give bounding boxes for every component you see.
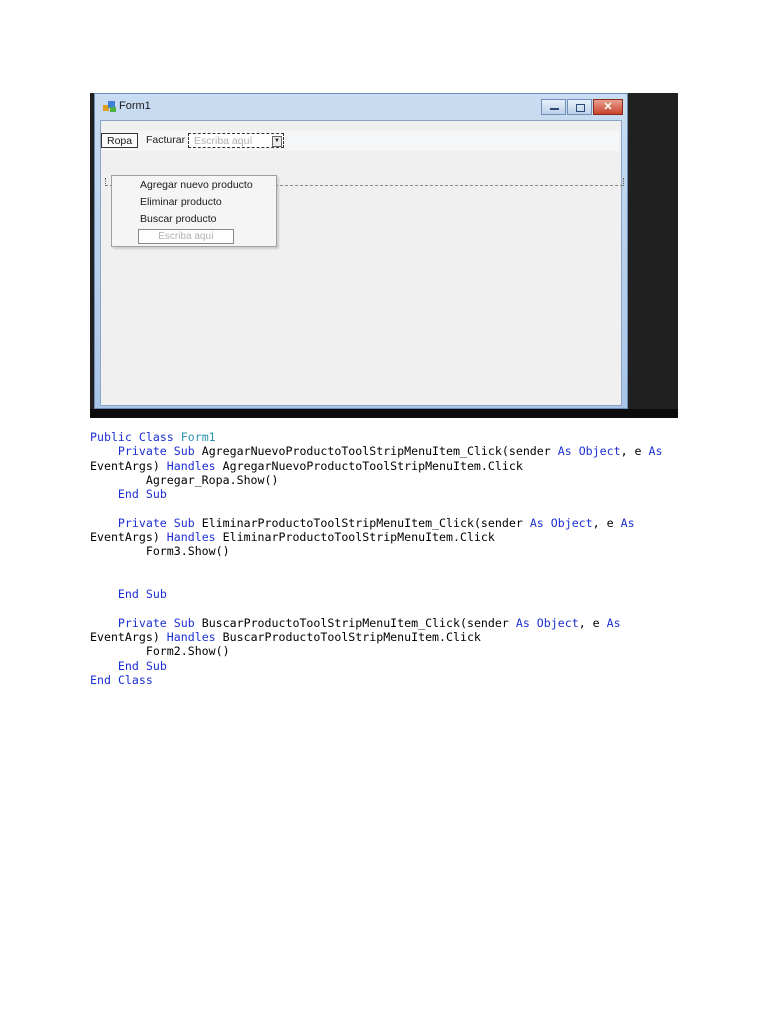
code-line: Public Class Form1 xyxy=(90,430,216,444)
close-button[interactable]: ✕ xyxy=(593,99,623,115)
menu-item-agregar-nuevo-producto[interactable]: Agregar nuevo producto xyxy=(140,179,253,191)
menu-facturar[interactable]: Facturar xyxy=(141,133,190,148)
design-handle-left xyxy=(105,178,109,186)
menu-type-here-label: Escriba aquí xyxy=(194,135,253,147)
maximize-button[interactable] xyxy=(567,99,592,115)
window-controls: ✕ xyxy=(540,99,623,116)
dropdown-arrow-icon[interactable]: ▼ xyxy=(272,136,282,147)
menu-item-buscar-producto[interactable]: Buscar producto xyxy=(140,213,216,225)
code-line: EventArgs) Handles BuscarProductoToolStr… xyxy=(90,630,481,645)
screenshot-bottom-edge xyxy=(90,409,678,418)
minimize-button[interactable] xyxy=(541,99,566,115)
code-line: Private Sub EliminarProductoToolStripMen… xyxy=(117,515,635,530)
code-listing: Public Class Form1 Private Sub AgregarNu… xyxy=(90,430,662,687)
dropdown-type-here[interactable]: Escriba aquí xyxy=(138,229,234,244)
close-icon: ✕ xyxy=(603,101,613,113)
code-line: Private Sub AgregarNuevoProductoToolStri… xyxy=(117,444,663,459)
menu-ropa[interactable]: Ropa xyxy=(101,133,139,148)
designer-screenshot: Form1 ✕ Ropa Facturar Escriba aquí ▼ Agr… xyxy=(90,93,678,418)
form-window: Form1 ✕ Ropa Facturar Escriba aquí ▼ Agr… xyxy=(94,93,628,409)
maximize-icon xyxy=(576,104,585,112)
window-title: Form1 xyxy=(119,100,151,112)
code-line: EventArgs) Handles EliminarProductoToolS… xyxy=(90,530,495,545)
form-client-area xyxy=(100,120,622,406)
code-line: Private Sub BuscarProductoToolStripMenuI… xyxy=(117,615,621,630)
code-line: End Class xyxy=(90,673,153,688)
code-line: Form2.Show() xyxy=(145,644,230,659)
menu-type-here[interactable]: Escriba aquí ▼ xyxy=(188,133,284,148)
minimize-icon xyxy=(550,108,559,110)
code-line: End Sub xyxy=(117,587,167,602)
menu-item-eliminar-producto[interactable]: Eliminar producto xyxy=(140,196,222,208)
title-bar: Form1 ✕ xyxy=(95,94,627,120)
code-line: Form3.Show() xyxy=(145,544,230,559)
menu-strip: Ropa Facturar Escriba aquí ▼ xyxy=(101,131,619,151)
code-line: End Sub xyxy=(117,658,167,673)
form-app-icon xyxy=(103,101,117,113)
code-line: EventArgs) Handles AgregarNuevoProductoT… xyxy=(90,458,523,473)
ropa-dropdown-menu: Agregar nuevo producto Eliminar producto… xyxy=(111,175,277,247)
design-handle-right xyxy=(623,178,627,186)
code-line: Agregar_Ropa.Show() xyxy=(145,472,279,487)
code-line: End Sub xyxy=(117,487,167,502)
